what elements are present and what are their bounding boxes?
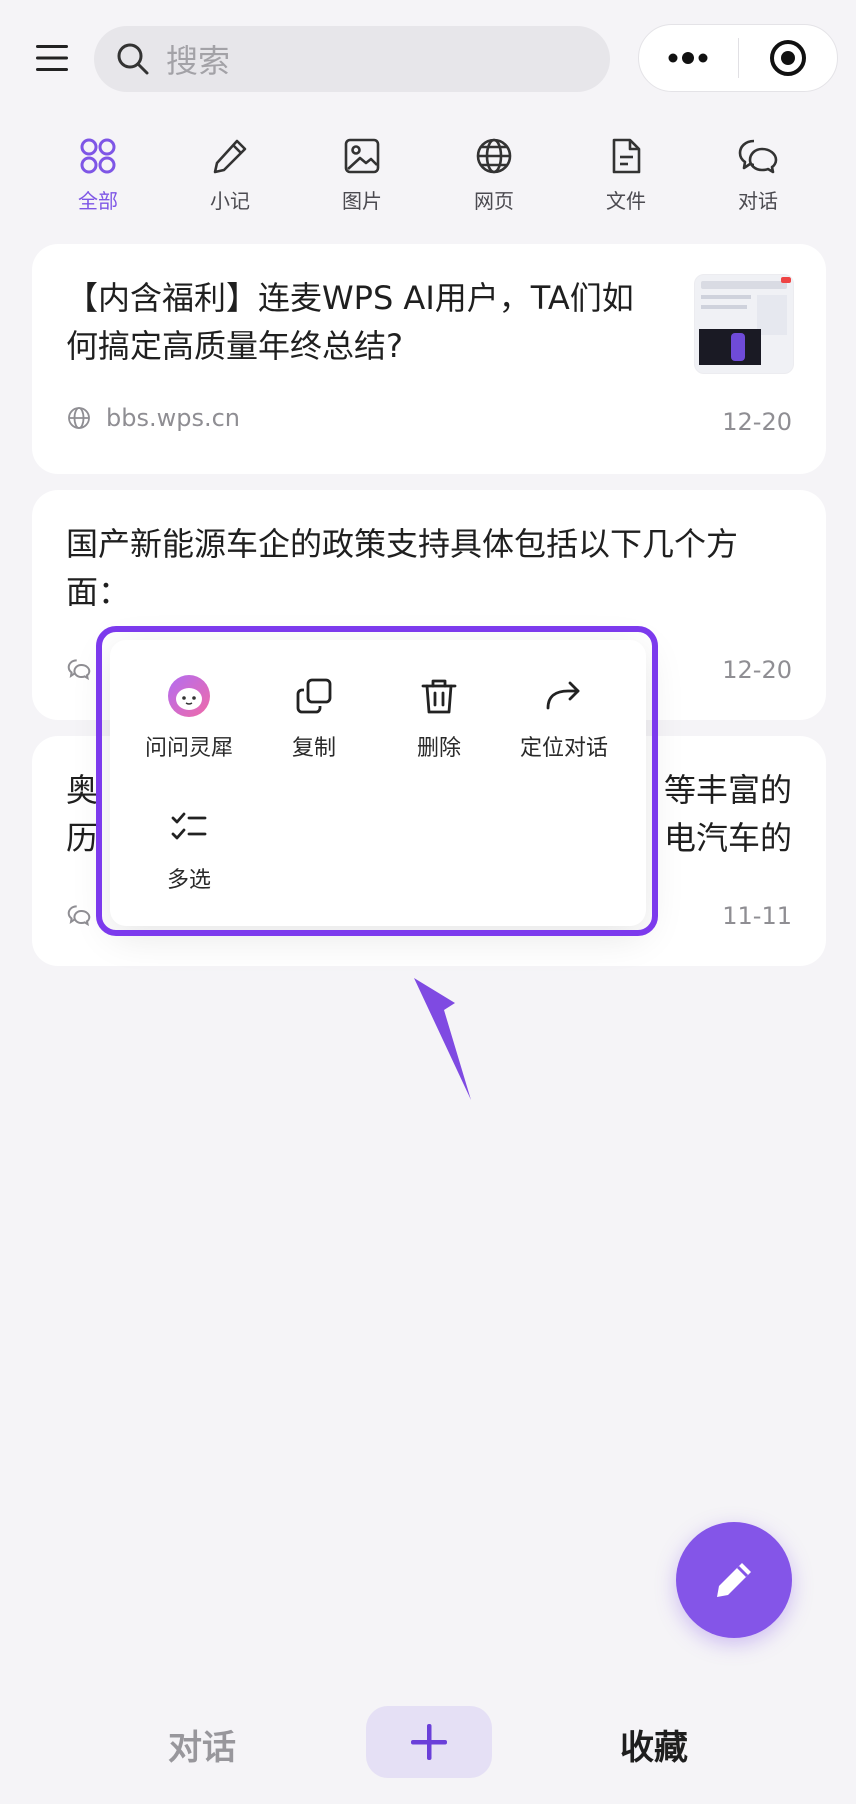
annotation-arrow-icon <box>414 978 471 1100</box>
tab-files[interactable]: 文件 <box>560 134 692 214</box>
mini-program-capsule <box>638 24 838 92</box>
card-title: 国产新能源车企的政策支持具体包括以下几个方 面： <box>66 525 739 611</box>
globe-icon <box>472 134 516 177</box>
card-title: 【内含福利】连麦WPS AI用户，TA们如 何搞定高质量年终总结? <box>66 279 634 365</box>
highlight-frame <box>96 626 658 936</box>
compose-button[interactable] <box>676 1522 792 1638</box>
tab-label: 全部 <box>78 189 118 213</box>
source-url: bbs.wps.cn <box>106 404 241 432</box>
image-icon <box>340 134 384 177</box>
category-tabs: 全部 小记 图片 网页 文件 对话 <box>32 134 824 214</box>
search-placeholder: 搜索 <box>166 42 231 80</box>
add-button[interactable] <box>366 1706 492 1778</box>
target-circle-icon <box>769 40 806 76</box>
tab-label: 对话 <box>738 189 778 213</box>
tab-webpages[interactable]: 网页 <box>428 134 560 214</box>
card-date: 12-20 <box>722 656 792 684</box>
chat-icon <box>736 134 780 177</box>
card-date: 11-11 <box>722 902 792 930</box>
plus-icon <box>411 1724 447 1760</box>
pencil-icon <box>208 134 252 177</box>
globe-icon <box>66 405 92 431</box>
more-dots-icon <box>668 52 708 64</box>
list-item[interactable]: 【内含福利】连麦WPS AI用户，TA们如 何搞定高质量年终总结? bbs.wp… <box>32 244 826 474</box>
more-button[interactable] <box>639 25 738 91</box>
tab-conversations[interactable]: 对话 <box>692 134 824 214</box>
nav-conversations[interactable]: 对话 <box>168 1720 236 1769</box>
tab-notes[interactable]: 小记 <box>164 134 296 214</box>
card-title-left: 奥 历 <box>66 771 99 857</box>
search-icon <box>112 38 154 80</box>
bottom-nav: 对话 收藏 <box>0 1700 856 1804</box>
tab-label: 图片 <box>342 189 382 213</box>
card-source: bbs.wps.cn <box>66 404 240 432</box>
tab-label: 网页 <box>474 189 514 213</box>
close-miniapp-button[interactable] <box>739 25 838 91</box>
chat-icon <box>66 902 92 928</box>
tab-label: 文件 <box>606 189 646 213</box>
menu-button[interactable] <box>30 36 74 80</box>
chat-icon <box>66 656 92 682</box>
tab-images[interactable]: 图片 <box>296 134 428 214</box>
hamburger-icon <box>36 45 68 71</box>
tab-all[interactable]: 全部 <box>32 134 164 214</box>
grid-icon <box>76 134 120 177</box>
card-date: 12-20 <box>722 408 792 436</box>
nav-favorites[interactable]: 收藏 <box>620 1720 688 1769</box>
card-title-right: 等丰富的 电汽车的 <box>663 771 792 857</box>
thumbnail-image <box>694 274 794 374</box>
edit-pencil-icon <box>717 1563 751 1597</box>
tab-label: 小记 <box>210 189 250 213</box>
search-bar[interactable]: 搜索 <box>94 26 610 92</box>
file-icon <box>604 134 648 177</box>
